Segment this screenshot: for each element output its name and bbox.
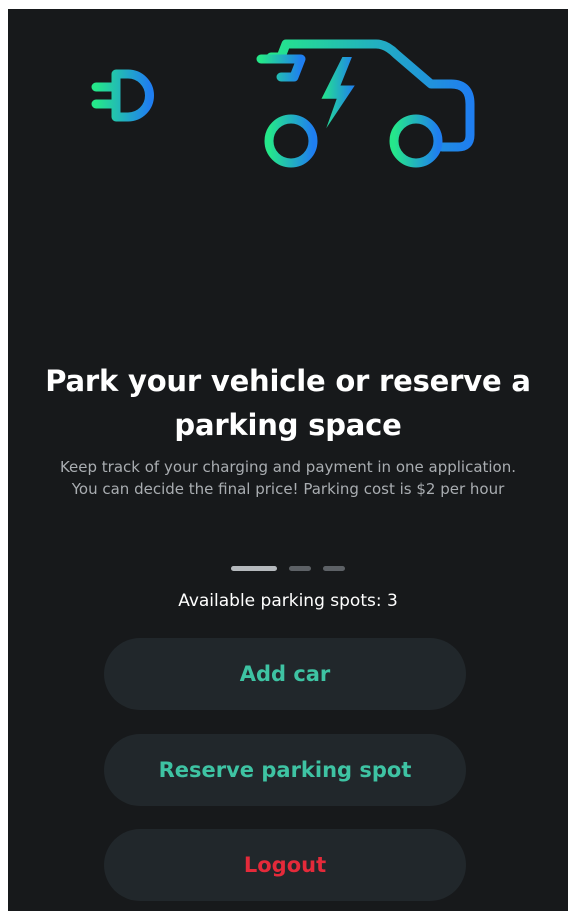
reserve-parking-spot-button[interactable]: Reserve parking spot xyxy=(104,734,466,806)
onboarding-screen: Park your vehicle or reserve a parking s… xyxy=(8,9,568,911)
page-indicator-dot[interactable] xyxy=(289,566,311,571)
electric-car-plug-icon xyxy=(91,39,475,168)
page-indicator xyxy=(8,566,568,571)
page-description: Keep track of your charging and payment … xyxy=(59,458,517,498)
add-car-button[interactable]: Add car xyxy=(104,638,466,710)
page-indicator-dot[interactable] xyxy=(323,566,345,571)
available-spots-label: Available parking spots: 3 xyxy=(178,591,398,611)
page-indicator-dot-active[interactable] xyxy=(231,566,277,571)
logout-button[interactable]: Logout xyxy=(104,829,466,901)
page-title: Park your vehicle or reserve a parking s… xyxy=(45,364,531,442)
